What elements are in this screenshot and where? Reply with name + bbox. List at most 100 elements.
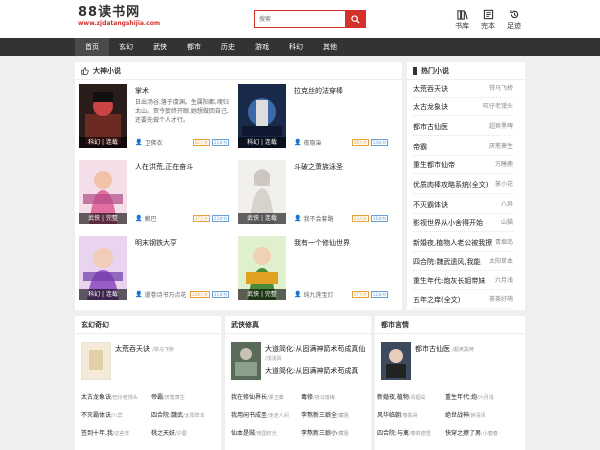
bookshelf-shortcut[interactable]: 书库 <box>454 9 470 31</box>
book-title[interactable]: 斗破之萧族泳圣 <box>294 162 343 172</box>
list-item[interactable]: 李熬新三娘小/藏阻 <box>301 428 349 437</box>
book-title[interactable]: 掌术 <box>135 86 149 96</box>
history-label: 足迹 <box>507 22 521 30</box>
book-cover[interactable]: 科幻 | 连载 <box>79 236 127 300</box>
list-item[interactable]: 快穿之撩了男/小春春 <box>445 428 498 437</box>
list-item[interactable]: 太古龙象诀/旺仔老馒头 <box>81 392 138 401</box>
book-cover[interactable]: 科幻 | 连载 <box>79 84 127 148</box>
book-cover[interactable]: 武侠 | 完整 <box>238 236 286 300</box>
book-title[interactable]: 明末钢铁大亨 <box>135 238 177 248</box>
history-icon <box>509 10 518 19</box>
category-wuxia: 武侠修真 大道简化:从固满神箭术苟成真仙 /浅浅风 大道简化:从固满神箭术苟成真… <box>225 316 371 450</box>
nav-xuanhuan[interactable]: 玄幻 <box>109 38 143 56</box>
search-button[interactable] <box>345 11 365 27</box>
book-badges: 37万字 22本书 <box>192 215 229 222</box>
hot-item[interactable]: 五年之痒(全文) 茶茶好萌 <box>413 291 513 309</box>
book-cover[interactable]: 武侠 | 连载 <box>238 160 286 224</box>
featured-title: 大神小说 <box>93 66 121 75</box>
hot-item[interactable]: 新婚夜,植物人老公被我撩 青烟岛 <box>413 234 513 252</box>
book-badges: 37万字 12本书 <box>351 291 388 298</box>
book-author: 👤 赖巴 <box>135 215 157 223</box>
cover-tag: 武侠 | 连载 <box>238 213 286 224</box>
list-item[interactable]: 我在修仙界长/柔卫秦 <box>231 392 284 401</box>
hot-item[interactable]: 太荒吞天诀 铁马飞桥 <box>413 80 513 98</box>
nav-home[interactable]: 首页 <box>75 38 109 56</box>
search-icon <box>350 14 360 24</box>
site-logo[interactable]: 88读书网 www.zjdatangshijia.com <box>78 6 160 28</box>
user-icon: 👤 <box>135 215 143 222</box>
hot-item[interactable]: 优质肉棒攻略系统(全文) 掌小花 <box>413 176 513 194</box>
hot-item[interactable]: 太古龙象诀 旺仔老馒头 <box>413 98 513 116</box>
list-item[interactable]: 桃之天妖/沪蓉 <box>151 428 187 437</box>
hot-item[interactable]: 帝霸 厌笔萧生 <box>413 138 513 156</box>
book-card[interactable]: 武侠 | 完整 我有一个修仙世界 👤 纯九莲宝灯 37万字 12本书 <box>238 236 388 306</box>
category-title: 玄幻奇幻 <box>75 316 221 334</box>
book-author: 👤 卫佛衣 <box>135 139 163 147</box>
history-shortcut[interactable]: 足迹 <box>506 9 522 31</box>
logo-domain: www.zjdatangshijia.com <box>78 20 161 27</box>
cover-tag: 科幻 | 连载 <box>238 137 286 148</box>
nav-kehuan[interactable]: 科幻 <box>279 38 313 56</box>
nav-dushi[interactable]: 都市 <box>177 38 211 56</box>
book-cover[interactable]: 武侠 | 完整 <box>79 160 127 224</box>
hot-title: 热门小说 <box>421 66 449 75</box>
list-item[interactable]: 绝世战神/醉清风 <box>445 410 486 419</box>
hot-item[interactable]: 不灭霸体诀 八异 <box>413 196 513 214</box>
hot-item[interactable]: 重生都市仙帝 万睡鹿 <box>413 156 513 174</box>
list-item[interactable]: 四合院:与禽/泰莉德雪 <box>377 428 431 437</box>
nav-qita[interactable]: 其他 <box>313 38 347 56</box>
hot-item[interactable]: 影视世界从小舍得开始 山猫 <box>413 214 513 232</box>
book-badges: 33万字 26本书 <box>351 215 388 222</box>
hot-panel: 热门小说 太荒吞天诀 铁马飞桥 太古龙象诀 旺仔老馒头 都市古仙医 超爽黑啤 帝霸 厌笔… <box>407 62 525 310</box>
list-item[interactable]: 我用闲书成圣/走走人间 <box>231 410 289 419</box>
book-badges: 248万字 31本书 <box>190 291 229 298</box>
category-title: 都市言情 <box>375 316 525 334</box>
user-icon: 👤 <box>294 139 302 146</box>
book-author: 👤 漫卷诗书万点花 <box>135 291 187 299</box>
list-item[interactable]: 帝霸/厌笔萧生 <box>151 392 185 401</box>
list-item[interactable]: 毒修/夜马落梅 <box>301 392 335 401</box>
book-card[interactable]: 武侠 | 连载 斗破之萧族泳圣 👤 我不会套路 33万字 26本书 <box>238 160 388 230</box>
search-input[interactable] <box>255 11 345 27</box>
book-title[interactable]: 人在洪荒,正在奋斗 <box>135 162 193 172</box>
book-desc: 日出汤谷,落于虞渊。生属阳都,魂归太山。贺今妾终开眼,她想做回自己,还要先做个人… <box>135 99 229 124</box>
user-icon: 👤 <box>135 139 143 146</box>
featured-panel: 大神小说 科幻 | 连载 掌术 日出汤谷,落于虞渊。生属阳都,魂归太山。贺今妾终… <box>75 62 402 310</box>
book-badges: 28万字 54本书 <box>351 139 388 146</box>
book-card[interactable]: 武侠 | 完整 人在洪荒,正在奋斗 👤 赖巴 37万字 22本书 <box>79 160 229 230</box>
book-cover[interactable]: 科幻 | 连载 <box>238 84 286 148</box>
book-title[interactable]: 我有一个修仙世界 <box>294 238 350 248</box>
user-icon: 👤 <box>294 291 302 298</box>
book-author: 👤 纯九莲宝灯 <box>294 291 334 299</box>
list-item[interactable]: 新婚夜,植物/青烟岛 <box>377 392 426 401</box>
cover-tag: 科幻 | 连载 <box>79 289 127 300</box>
finished-shortcut[interactable]: 完本 <box>480 9 496 31</box>
list-item[interactable]: 签到十年,我/这些年 <box>81 428 130 437</box>
feature-cover <box>81 342 111 380</box>
user-icon: 👤 <box>294 215 302 222</box>
search-bar <box>254 10 366 28</box>
feature-cover <box>381 342 411 380</box>
book-author: 👤 夜隐枭 <box>294 139 322 147</box>
list-item[interactable]: 四合院:魏武/太阳草本 <box>151 410 205 419</box>
book-card[interactable]: 科幻 | 连载 明末钢铁大亨 👤 漫卷诗书万点花 248万字 31本书 <box>79 236 229 306</box>
list-item[interactable]: 不灭霸体诀/八异 <box>81 410 123 419</box>
finished-icon <box>483 9 493 20</box>
hot-item[interactable]: 重生年代:炮灰长姐带妹 六月浅 <box>413 272 513 290</box>
hot-item[interactable]: 四合院:魏武遗风,我能 太阳草本 <box>413 253 513 271</box>
bookshelf-label: 书库 <box>455 22 469 30</box>
nav-lishi[interactable]: 历史 <box>211 38 245 56</box>
book-card[interactable]: 科幻 | 连载 掌术 日出汤谷,落于虞渊。生属阳都,魂归太山。贺今妾终开眼,她想… <box>79 84 229 154</box>
user-icon: 👤 <box>135 291 143 298</box>
nav-youxi[interactable]: 游戏 <box>245 38 279 56</box>
nav-wuxia[interactable]: 武侠 <box>143 38 177 56</box>
list-item[interactable]: 仙本是贼/南国时光 <box>231 428 277 437</box>
hot-item[interactable]: 都市古仙医 超爽黑啤 <box>413 118 513 136</box>
book-title[interactable]: 拉克丝的法穿棒 <box>294 86 343 96</box>
hot-header: 热门小说 <box>407 62 525 80</box>
book-card[interactable]: 科幻 | 连载 拉克丝的法穿棒 👤 夜隐枭 28万字 54本书 <box>238 84 388 154</box>
book-badges: 62万字 21本书 <box>192 139 229 146</box>
list-item[interactable]: 李熬新三娘全/藏阻 <box>301 410 349 419</box>
list-item[interactable]: 重生年代:炮/六月浅 <box>445 392 494 401</box>
list-item[interactable]: 风华临朝/春陈哥 <box>377 410 418 419</box>
